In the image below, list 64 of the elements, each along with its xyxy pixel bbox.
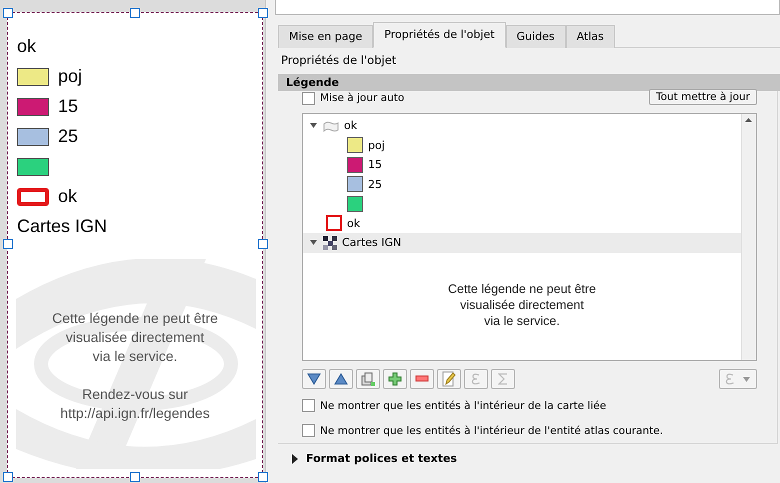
panel-title: Propriétés de l'objet	[280, 52, 398, 69]
remove-icon	[415, 375, 429, 383]
sigma-icon	[498, 373, 508, 385]
edit-button[interactable]	[437, 369, 461, 389]
group-icon	[323, 120, 339, 132]
legend-label: 15	[58, 96, 78, 117]
down-arrow-icon	[307, 373, 321, 385]
legend-group-title: Cartes IGN	[17, 216, 108, 237]
layers-icon	[361, 372, 375, 386]
pencil-icon	[442, 371, 456, 387]
tab[interactable]: Guides	[506, 25, 566, 48]
add-icon	[388, 372, 402, 386]
legend-label: ok	[58, 186, 78, 207]
collapsed-arrow-icon	[291, 454, 299, 464]
raster-icon	[323, 236, 337, 250]
epsilon-dropdown-icon	[724, 373, 752, 385]
expanded-arrow-icon[interactable]	[309, 238, 318, 248]
selection-handle[interactable]	[3, 239, 13, 249]
checkbox-label: Mise à jour auto	[320, 93, 404, 103]
selection-handle[interactable]	[258, 472, 268, 482]
legend-group-title: ok	[17, 36, 36, 57]
remove-button[interactable]	[410, 369, 434, 389]
selection-handle[interactable]	[3, 8, 13, 18]
expanded-arrow-icon[interactable]	[309, 121, 318, 130]
add-group-button[interactable]	[356, 369, 380, 389]
legend-notice: Rendez-vous sur http://api.ign.fr/legendes	[60, 385, 210, 423]
tab[interactable]: Mise en page	[278, 25, 374, 48]
item-label: ok	[344, 119, 358, 132]
item-label: 15	[368, 158, 382, 172]
tree-item[interactable]: 15	[303, 155, 741, 174]
item-label: Cartes IGN	[342, 236, 402, 250]
move-up-button[interactable]	[329, 369, 353, 389]
tree-item[interactable]: ok	[303, 116, 741, 136]
tree-item[interactable]: Cartes IGN	[303, 233, 741, 252]
checkbox[interactable]	[302, 424, 315, 437]
checkbox-label: Ne montrer que les entités à l'intérieur de l'entité atlas courante.	[320, 426, 664, 436]
legend-notice: Cette légende ne peut être visualisée directement via le service.	[52, 309, 218, 366]
up-arrow-icon	[334, 373, 348, 385]
selection-handle[interactable]	[258, 8, 268, 18]
update-all-button[interactable]: Tout mettre à jour	[648, 89, 757, 105]
checkbox-label: Ne montrer que les entités à l'intérieur de la carte liée	[320, 400, 606, 410]
tree-item[interactable]: ok	[303, 214, 741, 233]
tab[interactable]: Propriétés de l'objet	[373, 22, 506, 48]
tree-item[interactable]: 25	[303, 174, 741, 194]
legend-label: 25	[58, 126, 78, 147]
legend-notice: Cette légende ne peut être visualisée directement via le service.	[446, 280, 598, 328]
scrollbar[interactable]	[741, 114, 756, 360]
epsilon-icon	[471, 373, 481, 385]
item-label: ok	[347, 216, 360, 230]
item-label: poj	[368, 138, 385, 152]
item-label: 25	[368, 178, 382, 191]
selection-handle[interactable]	[258, 239, 268, 249]
selection-handle[interactable]	[130, 8, 140, 18]
section-header[interactable]: Format polices et textes	[273, 444, 780, 465]
tab[interactable]: Atlas	[566, 25, 615, 48]
legend-label: poj	[58, 66, 82, 87]
move-down-button[interactable]	[302, 369, 326, 389]
add-button[interactable]	[383, 369, 407, 389]
selection-handle[interactable]	[130, 472, 140, 482]
section-header[interactable]: Légende	[278, 74, 780, 91]
checkbox[interactable]	[302, 92, 315, 104]
checkbox[interactable]	[302, 399, 315, 412]
selection-handle[interactable]	[3, 472, 13, 482]
tree-item[interactable]: poj	[303, 136, 741, 155]
